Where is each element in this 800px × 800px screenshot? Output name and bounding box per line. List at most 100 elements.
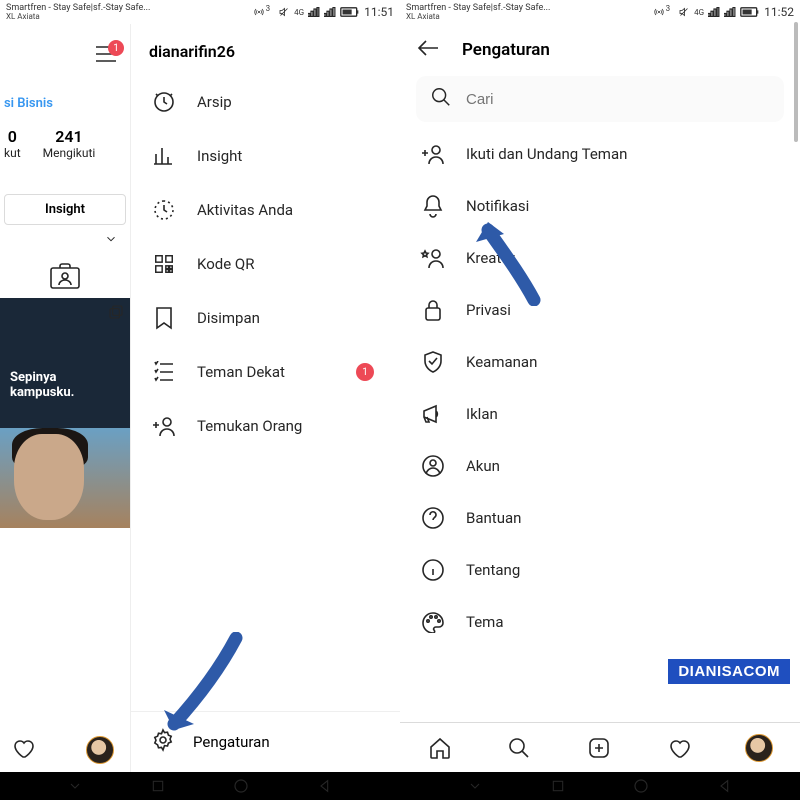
side-drawer: dianarifin26 Arsip Insight Aktivitas And… xyxy=(130,24,400,772)
nav-back-icon[interactable] xyxy=(717,778,733,794)
settings-item-notifications[interactable]: Notifikasi xyxy=(400,180,800,232)
nav-menu-icon[interactable] xyxy=(67,778,83,794)
settings-item-invite[interactable]: Ikuti dan Undang Teman xyxy=(400,128,800,180)
settings-item-creator[interactable]: Kreator xyxy=(400,232,800,284)
chevron-down-icon[interactable] xyxy=(0,225,130,260)
drawer-settings-label: Pengaturan xyxy=(193,733,270,751)
bell-icon xyxy=(420,193,446,219)
battery-icon xyxy=(740,7,760,17)
mute-icon xyxy=(278,6,290,18)
menu-item-discover[interactable]: Temukan Orang xyxy=(131,399,400,453)
nav-menu-icon[interactable] xyxy=(467,778,483,794)
menu-badge: 1 xyxy=(108,40,124,56)
clock: 11:51 xyxy=(364,5,394,19)
search-input[interactable] xyxy=(466,91,770,108)
android-nav-bar xyxy=(0,772,800,800)
hotspot-count: 3 xyxy=(666,4,671,13)
menu-label: Temukan Orang xyxy=(197,417,302,435)
search-icon[interactable] xyxy=(506,735,532,761)
stat-number: 241 xyxy=(43,127,96,146)
battery-icon xyxy=(340,7,360,17)
settings-label: Tentang xyxy=(466,561,520,579)
profile-avatar[interactable] xyxy=(86,736,114,764)
settings-item-privacy[interactable]: Privasi xyxy=(400,284,800,336)
settings-label: Notifikasi xyxy=(466,197,529,215)
mute-icon xyxy=(678,6,690,18)
nav-recents-icon[interactable] xyxy=(550,778,566,794)
settings-item-ads[interactable]: Iklan xyxy=(400,388,800,440)
profile-avatar[interactable] xyxy=(745,734,773,762)
signal-icon-1 xyxy=(708,7,720,17)
settings-item-security[interactable]: Keamanan xyxy=(400,336,800,388)
nav-home-icon[interactable] xyxy=(232,777,250,795)
scrollbar[interactable] xyxy=(794,22,798,142)
menu-item-insight[interactable]: Insight xyxy=(131,129,400,183)
hotspot-count: 3 xyxy=(266,4,271,13)
nav-home-icon[interactable] xyxy=(632,777,650,795)
hotspot-icon xyxy=(252,6,266,18)
shield-icon xyxy=(420,349,446,375)
signal-icon-2 xyxy=(724,7,736,17)
close-friends-icon xyxy=(151,359,177,385)
settings-item-help[interactable]: Bantuan xyxy=(400,492,800,544)
signal-icon-1 xyxy=(308,7,320,17)
nav-recents-icon[interactable] xyxy=(150,778,166,794)
carousel-icon xyxy=(108,304,124,324)
signal-icon-2 xyxy=(324,7,336,17)
help-icon xyxy=(420,505,446,531)
insight-button[interactable]: Insight xyxy=(4,194,126,225)
hamburger-icon[interactable]: 1 xyxy=(94,44,118,64)
back-arrow-icon[interactable] xyxy=(416,38,440,62)
menu-item-activity[interactable]: Aktivitas Anda xyxy=(131,183,400,237)
heart-icon[interactable] xyxy=(666,735,692,761)
nav-back-icon[interactable] xyxy=(317,778,333,794)
person-icon xyxy=(420,453,446,479)
star-person-icon xyxy=(420,245,446,271)
watermark: DIANISACOM xyxy=(668,659,790,684)
tag-people-icon[interactable] xyxy=(46,260,84,292)
menu-label: Aktivitas Anda xyxy=(197,201,293,219)
stat-label: kut xyxy=(4,146,21,160)
settings-label: Privasi xyxy=(466,301,511,319)
menu-item-saved[interactable]: Disimpan xyxy=(131,291,400,345)
carrier-text-2: XL Axiata xyxy=(406,13,550,21)
search-icon xyxy=(430,86,452,112)
settings-label: Bantuan xyxy=(466,509,521,527)
heart-icon[interactable] xyxy=(10,736,36,764)
bottom-nav xyxy=(400,722,800,772)
post-thumbnail-1[interactable]: Sepinya kampusku. xyxy=(0,298,130,428)
new-post-icon[interactable] xyxy=(586,735,612,761)
add-person-icon xyxy=(151,413,177,439)
stat-number: 0 xyxy=(4,127,21,146)
menu-item-archive[interactable]: Arsip xyxy=(131,75,400,129)
close-friends-badge: 1 xyxy=(356,363,374,381)
menu-label: Insight xyxy=(197,147,242,165)
bookmark-icon xyxy=(151,305,177,331)
info-icon xyxy=(420,557,446,583)
activity-icon xyxy=(151,197,177,223)
net-label: 4G xyxy=(294,8,304,17)
settings-label: Iklan xyxy=(466,405,498,423)
lock-icon xyxy=(420,297,446,323)
drawer-settings[interactable]: Pengaturan xyxy=(131,711,400,772)
settings-label: Tema xyxy=(466,613,504,631)
qr-icon xyxy=(151,251,177,277)
carrier-text-2: XL Axiata xyxy=(6,13,150,21)
following-stat[interactable]: 241 Mengikuti xyxy=(43,127,96,160)
page-title: Pengaturan xyxy=(462,40,550,60)
settings-item-about[interactable]: Tentang xyxy=(400,544,800,596)
megaphone-icon xyxy=(420,401,446,427)
search-field[interactable] xyxy=(416,76,784,122)
settings-item-theme[interactable]: Tema xyxy=(400,596,800,648)
insight-icon xyxy=(151,143,177,169)
menu-item-close-friends[interactable]: Teman Dekat 1 xyxy=(131,345,400,399)
menu-item-qr[interactable]: Kode QR xyxy=(131,237,400,291)
screen-settings: Smartfren - Stay Safe|sf.-Stay Safe... X… xyxy=(400,0,800,772)
net-label: 4G xyxy=(694,8,704,17)
settings-item-account[interactable]: Akun xyxy=(400,440,800,492)
business-tools-link[interactable]: si Bisnis xyxy=(0,84,130,121)
followers-stat[interactable]: 0 kut xyxy=(4,127,21,160)
clock: 11:52 xyxy=(764,5,794,19)
home-icon[interactable] xyxy=(427,735,453,761)
post-thumbnail-2[interactable] xyxy=(0,428,130,528)
